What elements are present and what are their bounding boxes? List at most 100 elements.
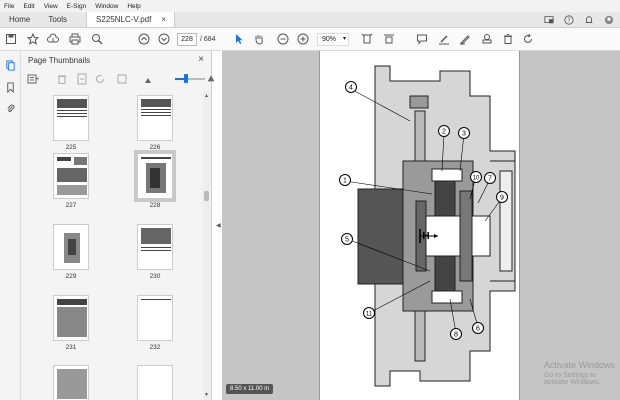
menu-window[interactable]: Window (95, 3, 118, 10)
insert-page-icon[interactable] (76, 73, 88, 85)
dimension-label: H (422, 231, 429, 242)
callout-8: 8 (454, 332, 458, 339)
menu-esign[interactable]: E-Sign (67, 3, 87, 10)
thumbnail-image (53, 295, 89, 341)
thumbnail-page[interactable]: 225 (53, 95, 89, 151)
scroll-up-icon[interactable]: ▲ (204, 93, 209, 99)
thumbnail-image (53, 365, 89, 400)
menu-view[interactable]: View (44, 3, 58, 10)
upload-cloud-icon[interactable] (46, 32, 60, 46)
thumbnail-page[interactable]: 230 (137, 224, 173, 280)
print-icon[interactable] (68, 32, 82, 46)
page-thumbnails-icon[interactable] (5, 60, 16, 71)
small-thumbnails-icon[interactable] (143, 73, 155, 85)
thumbnail-image (53, 224, 89, 270)
rotate-icon[interactable] (521, 32, 535, 46)
thumbnail-label: 226 (149, 144, 161, 151)
zoom-in-icon[interactable] (296, 32, 310, 46)
page-total: / 684 (200, 36, 216, 43)
thumbnail-page[interactable] (137, 365, 173, 400)
zoom-level-select[interactable]: 90% ▾ (317, 33, 349, 46)
toolbar: 228 / 684 90% ▾ (0, 28, 620, 51)
share-screen-icon[interactable] (543, 14, 554, 25)
thumbnail-options-icon[interactable] (27, 73, 39, 85)
thumbnail-image (134, 150, 176, 202)
menu-help[interactable]: Help (127, 3, 140, 10)
technical-drawing: 4 2 3 1 10 7 9 5 11 8 6 H (339, 65, 516, 387)
comment-icon[interactable] (415, 32, 429, 46)
menu-bar: File Edit View E-Sign Window Help (0, 0, 620, 12)
thumbnail-page-current[interactable]: 228 (134, 150, 176, 209)
delete-page-icon[interactable] (56, 73, 68, 85)
save-icon[interactable] (4, 32, 18, 46)
thumbnail-label: 231 (65, 344, 77, 351)
collapse-panel-icon[interactable]: ◀ (216, 222, 221, 229)
bookmarks-icon[interactable] (5, 82, 16, 94)
callout-10: 10 (473, 176, 480, 182)
page-fit-icon[interactable] (360, 32, 374, 46)
callout-4: 4 (349, 85, 353, 92)
thumbnail-page[interactable]: 227 (53, 153, 89, 209)
help-icon[interactable]: ? (563, 14, 574, 25)
scroll-mode-icon[interactable] (382, 32, 396, 46)
zoom-level-value: 90% (322, 36, 337, 43)
highlight-pen-icon[interactable] (437, 32, 451, 46)
delete-trash-icon[interactable] (501, 32, 515, 46)
thumbnail-image (53, 153, 89, 199)
document-page: 4 2 3 1 10 7 9 5 11 8 6 H (319, 51, 520, 400)
activate-subtitle: Go to Settings to activate Windows. (544, 372, 601, 386)
large-thumbnails-icon[interactable] (207, 74, 215, 84)
attachments-icon[interactable] (5, 103, 16, 114)
rotate-page-icon[interactable] (94, 73, 106, 85)
close-tab-icon[interactable]: × (161, 15, 166, 24)
callout-5: 5 (345, 237, 349, 244)
scroll-down-icon[interactable]: ▼ (204, 392, 209, 398)
page-thumbnails-panel: Page Thumbnails × 225 226 227 228 229 23… (21, 51, 215, 400)
menu-edit[interactable]: Edit (23, 3, 34, 10)
thumbnail-image (137, 295, 173, 341)
tab-document[interactable]: S225NLC-V.pdf × (86, 12, 175, 27)
tab-home[interactable]: Home (0, 12, 39, 27)
thumbnail-page[interactable]: 232 (137, 295, 173, 351)
thumbnail-list: 225 226 227 228 229 230 231 232 (21, 91, 201, 400)
thumbnail-label: 230 (149, 273, 161, 280)
menu-file[interactable]: File (4, 3, 14, 10)
thumbnail-label: 228 (149, 202, 161, 209)
zoom-search-icon[interactable] (90, 32, 104, 46)
hand-tool-icon[interactable] (252, 32, 266, 46)
callout-6: 6 (476, 326, 480, 333)
svg-text:?: ? (567, 18, 570, 24)
previous-page-icon[interactable] (137, 32, 151, 46)
thumbnail-page[interactable]: 229 (53, 224, 89, 280)
thumbnail-label: 229 (65, 273, 77, 280)
notifications-icon[interactable] (583, 14, 594, 25)
activate-windows-watermark: Activate Windows Go to Settings to activ… (544, 360, 620, 386)
draw-sign-icon[interactable] (458, 32, 472, 46)
bookmark-star-icon[interactable] (26, 32, 40, 46)
callout-1: 1 (343, 178, 347, 185)
thumbnail-label: 225 (65, 144, 77, 151)
account-icon[interactable] (603, 14, 614, 25)
thumbnail-page[interactable] (53, 365, 89, 400)
tab-tools[interactable]: Tools (39, 12, 76, 27)
select-cursor-icon[interactable] (232, 32, 246, 46)
scrollbar-thumb[interactable] (204, 191, 209, 201)
stamp-icon[interactable] (480, 32, 494, 46)
zoom-out-icon[interactable] (276, 32, 290, 46)
thumbnail-page[interactable]: 226 (137, 95, 173, 151)
next-page-icon[interactable] (157, 32, 171, 46)
thumbnail-scrollbar[interactable]: ▲ ▼ (203, 91, 210, 400)
callout-7: 7 (488, 176, 492, 183)
callout-3: 3 (462, 131, 466, 138)
page-size-label: 8.50 x 11.00 in (226, 384, 273, 394)
document-viewer[interactable]: 4 2 3 1 10 7 9 5 11 8 6 H 8.50 x 11.00 i… (222, 51, 620, 400)
close-panel-icon[interactable]: × (198, 54, 204, 65)
page-properties-icon[interactable] (116, 73, 128, 85)
callout-11: 11 (366, 312, 373, 318)
slider-handle[interactable] (184, 74, 188, 83)
tab-bar: Home Tools S225NLC-V.pdf × ? (0, 12, 620, 28)
thumbnail-image (137, 224, 173, 270)
tab-document-label: S225NLC-V.pdf (96, 15, 152, 24)
current-page-input[interactable]: 228 (177, 33, 197, 46)
thumbnail-page[interactable]: 231 (53, 295, 89, 351)
